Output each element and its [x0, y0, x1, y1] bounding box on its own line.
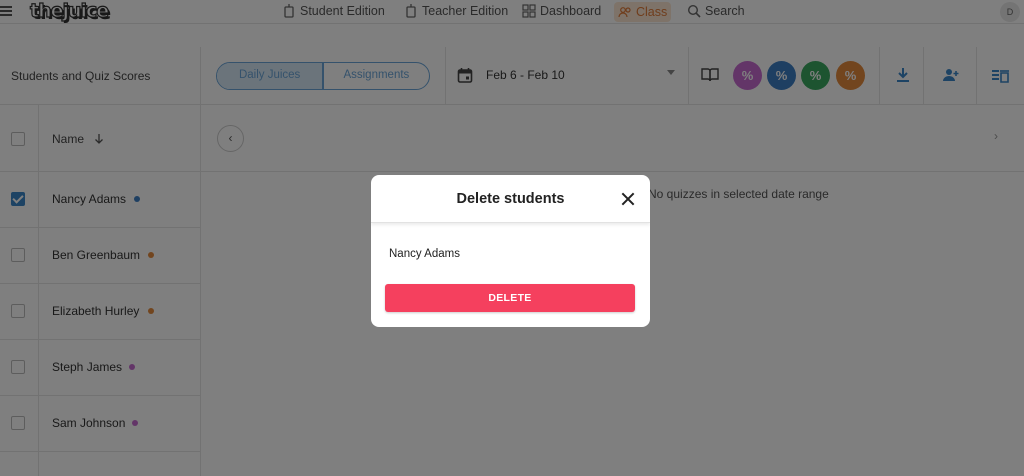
selected-student-name: Nancy Adams [389, 248, 460, 260]
delete-button[interactable]: DELETE [385, 284, 635, 312]
close-icon[interactable] [621, 192, 635, 206]
dialog-title: Delete students [456, 191, 565, 207]
dialog-header: Delete students [371, 175, 650, 223]
delete-students-dialog: Delete students Nancy Adams DELETE [371, 175, 650, 327]
